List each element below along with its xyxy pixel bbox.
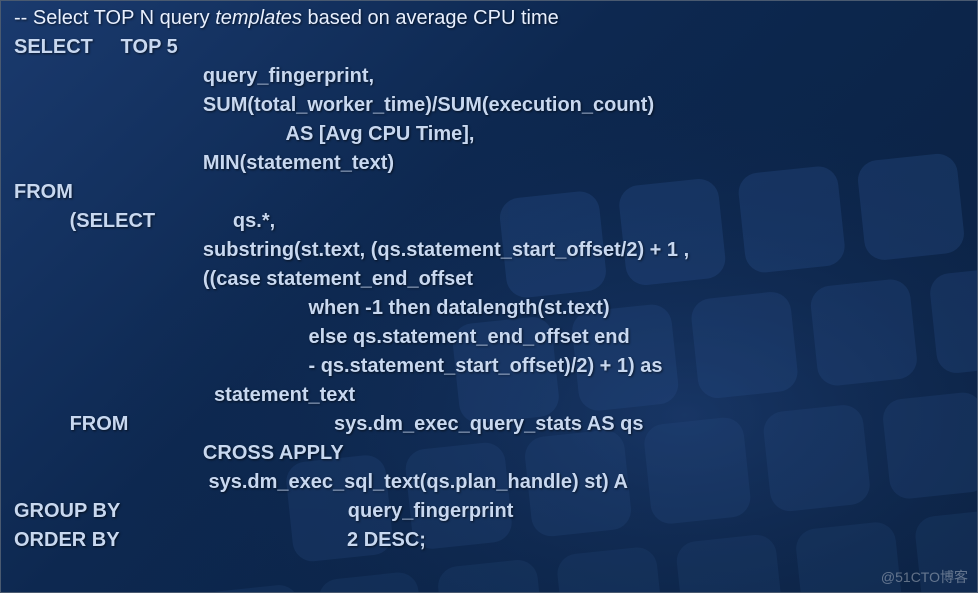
comment-text-prefix: -- Select TOP N query (14, 7, 215, 29)
code-line: GROUP BY query_fingerprint (14, 497, 964, 526)
comment-text-suffix: based on average CPU time (302, 7, 559, 29)
code-line: CROSS APPLY (14, 439, 964, 468)
code-line: ((case statement_end_offset (14, 265, 964, 294)
code-line: SELECT TOP 5 (14, 33, 964, 62)
code-line: ORDER BY 2 DESC; (14, 526, 964, 555)
watermark-text: @51CTO博客 (881, 567, 968, 587)
code-line: when -1 then datalength(st.text) (14, 294, 964, 323)
code-line: AS [Avg CPU Time], (14, 120, 964, 149)
code-line: - qs.statement_start_offset)/2) + 1) as (14, 352, 964, 381)
code-line: statement_text (14, 381, 964, 410)
code-line: FROM sys.dm_exec_query_stats AS qs (14, 410, 964, 439)
code-line: MIN(statement_text) (14, 149, 964, 178)
code-line: substring(st.text, (qs.statement_start_o… (14, 236, 964, 265)
code-line: FROM (14, 178, 964, 207)
code-line: (SELECT qs.*, (14, 207, 964, 236)
code-line: sys.dm_exec_sql_text(qs.plan_handle) st)… (14, 468, 964, 497)
code-line: query_fingerprint, (14, 62, 964, 91)
comment-text-italic: templates (215, 7, 302, 29)
sql-comment: -- Select TOP N query templates based on… (14, 4, 964, 33)
sql-code-block: -- Select TOP N query templates based on… (0, 0, 978, 559)
code-line: SUM(total_worker_time)/SUM(execution_cou… (14, 91, 964, 120)
code-line: else qs.statement_end_offset end (14, 323, 964, 352)
